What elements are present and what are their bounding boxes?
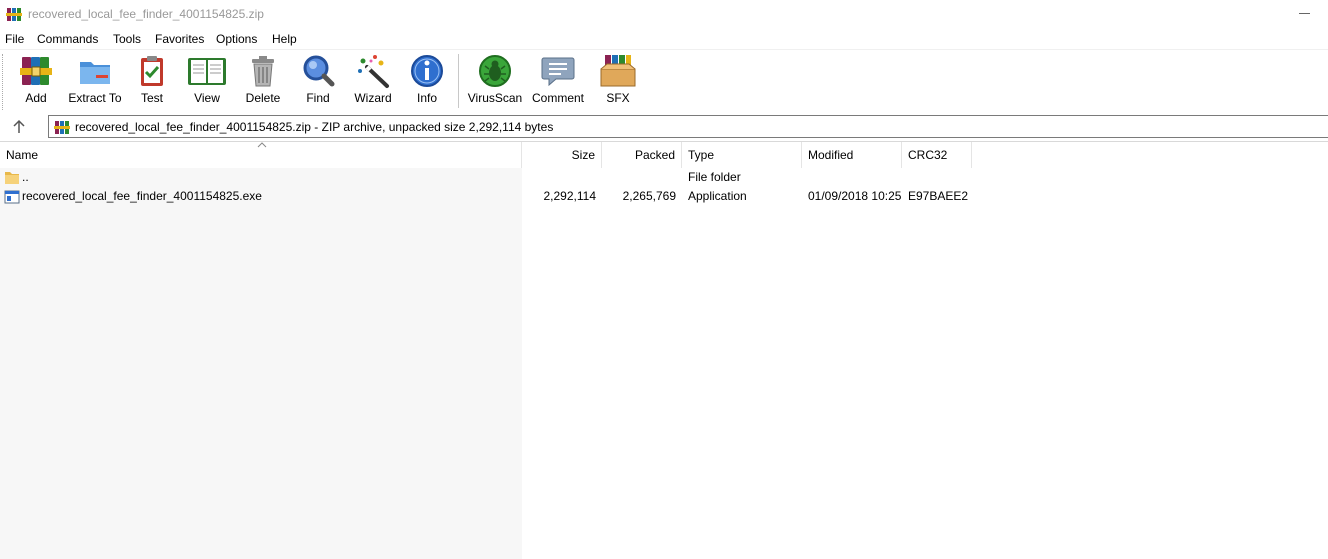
info-label: Info bbox=[416, 91, 437, 105]
virusscan-label: VirusScan bbox=[467, 91, 523, 105]
column-name-label: Name bbox=[6, 148, 39, 162]
extract-to-button[interactable]: Extract To bbox=[66, 53, 124, 111]
table-row[interactable]: recovered_local_fee_finder_4001154825.ex… bbox=[0, 187, 980, 206]
menu-bar: File Commands Tools Favorites Options He… bbox=[0, 29, 1328, 49]
column-type-label: Type bbox=[688, 148, 715, 162]
comment-button[interactable]: Comment bbox=[530, 53, 586, 111]
info-button[interactable]: Info bbox=[408, 53, 446, 111]
address-bar: recovered_local_fee_finder_4001154825.zi… bbox=[0, 113, 1328, 140]
trash-icon bbox=[252, 56, 274, 87]
view-label: View bbox=[194, 91, 220, 105]
wizard-label: Wizard bbox=[354, 91, 392, 105]
extract-to-label: Extract To bbox=[68, 91, 122, 105]
add-archive-icon bbox=[20, 57, 52, 85]
add-label: Add bbox=[25, 91, 47, 105]
menu-tools[interactable]: Tools bbox=[113, 32, 141, 46]
file-list: Name Size Packed Type Modified CRC32 .. … bbox=[0, 141, 1328, 559]
column-header-size[interactable]: Size bbox=[522, 142, 602, 168]
find-button[interactable]: Find bbox=[298, 53, 338, 111]
menu-options[interactable]: Options bbox=[216, 32, 257, 46]
title-bar: recovered_local_fee_finder_4001154825.zi… bbox=[0, 0, 1328, 29]
add-button[interactable]: Add bbox=[14, 53, 58, 111]
info-icon bbox=[411, 55, 443, 87]
winrar-app-icon bbox=[6, 8, 22, 21]
table-row[interactable]: .. File folder bbox=[0, 168, 980, 187]
column-headers: Name Size Packed Type Modified CRC32 bbox=[0, 142, 1328, 168]
column-header-type[interactable]: Type bbox=[682, 142, 802, 168]
row-packed: 2,265,769 bbox=[622, 189, 676, 203]
toolbar: Add Extract To Test View Delete Find Wiz… bbox=[0, 49, 1328, 113]
window-title: recovered_local_fee_finder_4001154825.zi… bbox=[28, 7, 264, 21]
view-button[interactable]: View bbox=[185, 53, 229, 111]
row-name: recovered_local_fee_finder_4001154825.ex… bbox=[22, 189, 262, 203]
address-field[interactable]: recovered_local_fee_finder_4001154825.zi… bbox=[48, 115, 1328, 138]
test-label: Test bbox=[140, 91, 163, 105]
toolbar-grip[interactable] bbox=[2, 54, 4, 110]
virus-bug-icon bbox=[479, 55, 511, 87]
row-packed bbox=[602, 168, 676, 187]
magic-wand-icon bbox=[358, 55, 389, 88]
row-type: File folder bbox=[688, 170, 741, 184]
name-column-shade bbox=[0, 168, 522, 559]
column-packed-label: Packed bbox=[634, 148, 675, 162]
comment-label: Comment bbox=[531, 91, 584, 105]
up-arrow-icon[interactable] bbox=[8, 118, 30, 136]
virusscan-button[interactable]: VirusScan bbox=[466, 53, 524, 111]
sort-ascending-icon bbox=[257, 142, 267, 148]
delete-label: Delete bbox=[245, 91, 281, 105]
toolbar-separator bbox=[458, 54, 459, 108]
menu-favorites[interactable]: Favorites bbox=[155, 32, 204, 46]
test-clipboard-icon bbox=[141, 56, 163, 86]
minimize-button[interactable] bbox=[1298, 6, 1312, 20]
find-label: Find bbox=[306, 91, 330, 105]
magnifier-icon bbox=[303, 55, 335, 87]
test-button[interactable]: Test bbox=[132, 53, 172, 111]
menu-commands[interactable]: Commands bbox=[37, 32, 98, 46]
zip-archive-icon bbox=[54, 121, 70, 134]
view-book-icon bbox=[188, 58, 226, 85]
sfx-button[interactable]: SFX bbox=[596, 53, 640, 111]
row-type: Application bbox=[688, 189, 747, 203]
column-header-crc32[interactable]: CRC32 bbox=[902, 142, 972, 168]
column-header-modified[interactable]: Modified bbox=[802, 142, 902, 168]
column-size-label: Size bbox=[571, 148, 595, 162]
column-modified-label: Modified bbox=[808, 148, 854, 162]
column-header-packed[interactable]: Packed bbox=[602, 142, 682, 168]
row-name: .. bbox=[22, 170, 29, 184]
column-crc32-label: CRC32 bbox=[908, 148, 948, 162]
exe-file-icon bbox=[4, 190, 20, 204]
comment-bubble-icon bbox=[541, 57, 575, 87]
folder-icon bbox=[5, 172, 19, 184]
sfx-box-icon bbox=[600, 55, 636, 87]
row-modified: 01/09/2018 10:25 bbox=[808, 189, 902, 203]
row-size bbox=[522, 168, 596, 187]
sfx-label: SFX bbox=[606, 91, 630, 105]
row-crc32: E97BAEE2 bbox=[908, 189, 969, 203]
row-size: 2,292,114 bbox=[543, 189, 597, 203]
wizard-button[interactable]: Wizard bbox=[351, 53, 395, 111]
menu-file[interactable]: File bbox=[5, 32, 24, 46]
address-text: recovered_local_fee_finder_4001154825.zi… bbox=[75, 120, 554, 134]
delete-button[interactable]: Delete bbox=[240, 53, 286, 111]
menu-help[interactable]: Help bbox=[272, 32, 297, 46]
extract-folder-icon bbox=[80, 62, 110, 84]
